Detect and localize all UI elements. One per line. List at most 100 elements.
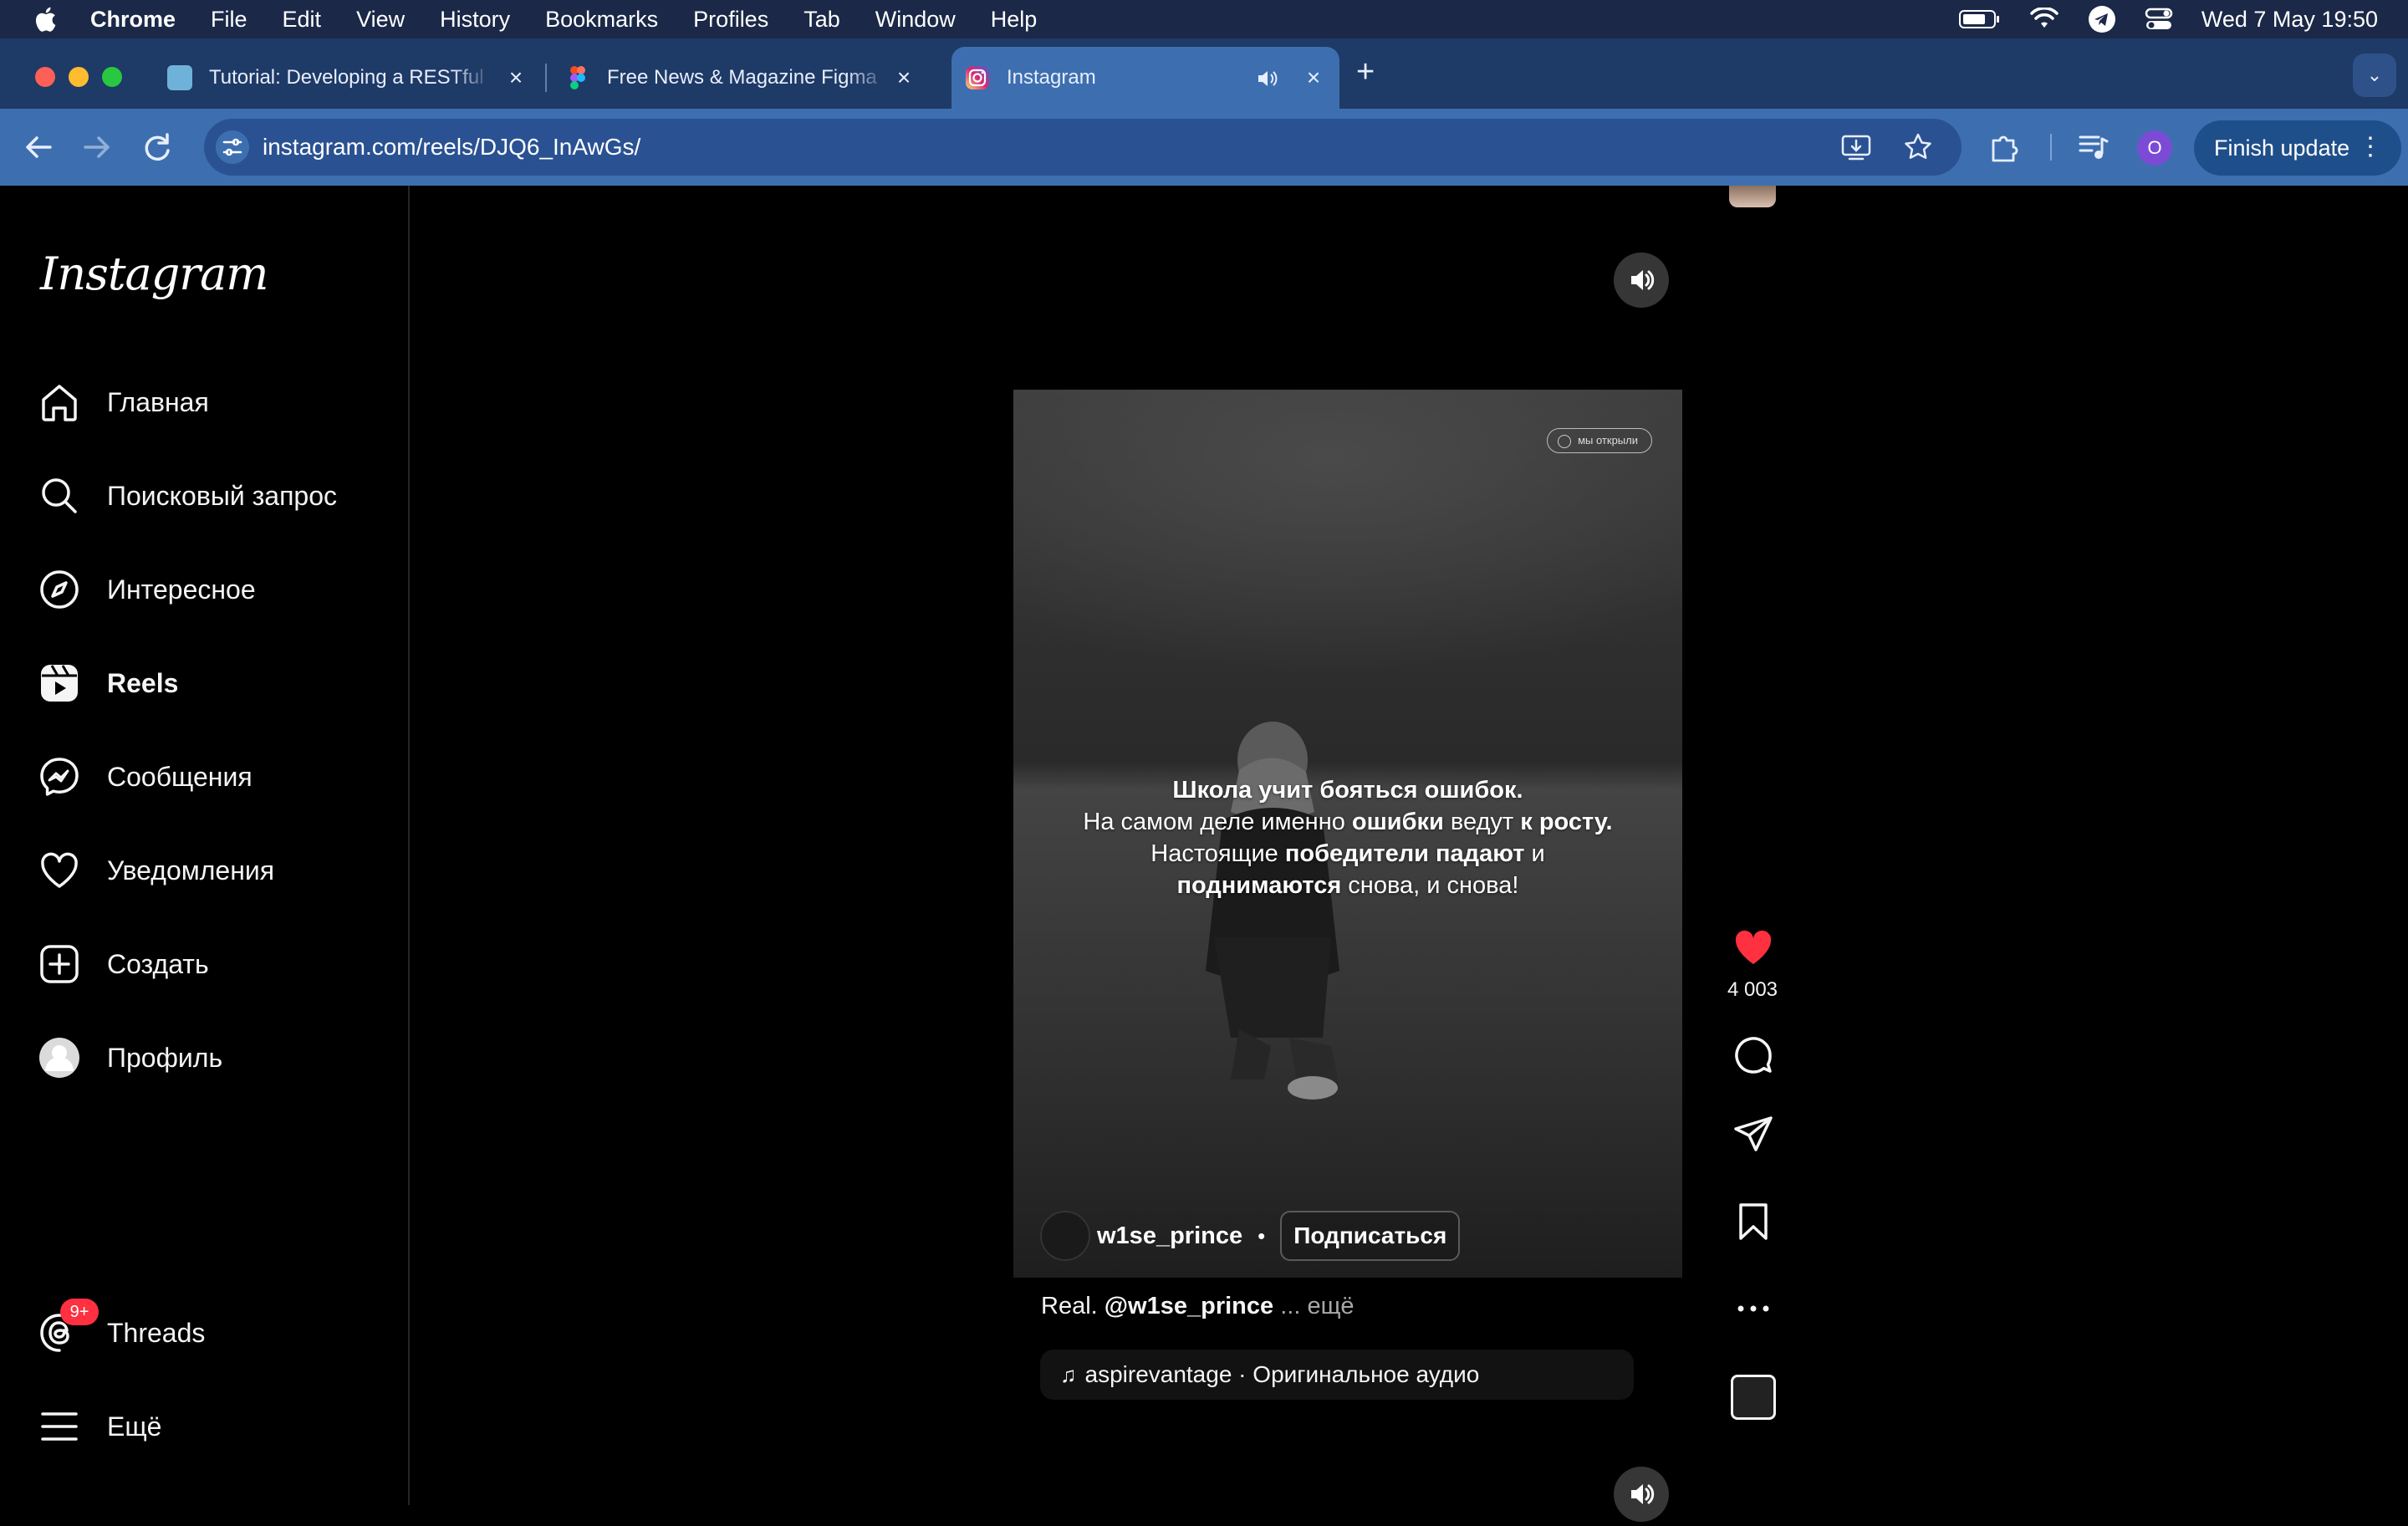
bookmark-star-icon[interactable] — [1901, 130, 1935, 164]
window-minimize-button[interactable] — [69, 67, 89, 87]
sidebar-item-threads[interactable]: 9+ Threads — [38, 1299, 206, 1358]
author-separator: • — [1258, 1222, 1266, 1248]
window-close-button[interactable] — [35, 67, 55, 87]
menubar-clock[interactable]: Wed 7 May 19:50 — [2201, 7, 2378, 33]
audio-thumbnail[interactable] — [1731, 1375, 1776, 1420]
menu-app-name[interactable]: Chrome — [90, 7, 176, 33]
instagram-page: Instagram Главная Поисковый запрос Интер… — [0, 186, 2408, 1522]
control-center-icon[interactable] — [2145, 7, 2173, 32]
instagram-logo[interactable]: Instagram — [40, 248, 268, 300]
telegram-icon[interactable] — [2088, 5, 2116, 33]
mute-toggle-button[interactable] — [1614, 253, 1669, 308]
address-bar[interactable]: instagram.com/reels/DJQ6_InAwGs/ — [204, 119, 1962, 176]
sidebar-item-messages[interactable]: Сообщения — [38, 752, 253, 802]
compass-icon — [40, 570, 79, 609]
tab-close-icon[interactable]: × — [503, 65, 528, 90]
messenger-icon — [40, 758, 79, 796]
more-icon[interactable] — [1732, 1288, 1774, 1330]
tab-figma-template[interactable]: Free News & Magazine Figma × — [552, 47, 930, 109]
sidebar-item-label: Threads — [107, 1317, 206, 1348]
author-avatar[interactable] — [1040, 1211, 1090, 1261]
menu-view[interactable]: View — [356, 7, 405, 33]
battery-icon[interactable] — [1958, 9, 2001, 29]
plus-square-icon — [40, 945, 79, 983]
reels-icon — [41, 665, 78, 702]
quote-line2-b: ошибки — [1351, 809, 1444, 835]
author-username[interactable]: w1se_prince — [1097, 1222, 1242, 1250]
heart-icon — [41, 852, 78, 888]
forward-icon[interactable] — [77, 127, 117, 167]
back-icon[interactable] — [18, 127, 59, 167]
tab-close-icon[interactable]: × — [891, 65, 916, 90]
instagram-favicon-icon — [966, 66, 989, 89]
sidebar-item-reels[interactable]: Reels — [38, 658, 178, 708]
wifi-icon[interactable] — [2029, 8, 2059, 31]
browser-toolbar: instagram.com/reels/DJQ6_InAwGs/ O Finis… — [0, 109, 2408, 186]
chrome-menu-icon[interactable]: ⋮ — [2358, 132, 2383, 162]
quote-line3-a: Настоящие — [1150, 840, 1285, 867]
tab-close-icon[interactable]: × — [1301, 65, 1326, 90]
sidebar-item-profile[interactable]: Профиль — [38, 1033, 222, 1083]
like-count[interactable]: 4 003 — [1714, 978, 1791, 1002]
caption-more-link[interactable]: ... ещё — [1273, 1293, 1354, 1319]
profile-avatar[interactable]: O — [2137, 130, 2172, 166]
follow-button[interactable]: Подписаться — [1280, 1211, 1461, 1261]
sidebar-item-label: Reels — [107, 667, 179, 698]
sidebar-item-explore[interactable]: Интересное — [38, 564, 256, 615]
menu-history[interactable]: History — [440, 7, 510, 33]
bookmark-icon[interactable] — [1732, 1201, 1774, 1243]
tab-separator — [545, 64, 547, 92]
reel-audio-link[interactable]: ♫ aspirevantage · Оригинальное аудио — [1040, 1350, 1634, 1400]
previous-reel-audio-thumb[interactable] — [1729, 186, 1776, 207]
extensions-icon[interactable] — [1987, 129, 2023, 166]
new-tab-button[interactable]: + — [1356, 55, 1375, 89]
sidebar-item-search[interactable]: Поисковый запрос — [38, 471, 337, 521]
tab-restful-tutorial[interactable]: Tutorial: Developing a RESTful × — [154, 47, 542, 109]
home-icon — [42, 385, 77, 421]
menu-window[interactable]: Window — [875, 7, 956, 33]
macos-menu-bar: Chrome File Edit View History Bookmarks … — [0, 0, 2408, 38]
tab-audio-playing-icon[interactable] — [1256, 67, 1279, 90]
media-controls-icon[interactable] — [2075, 129, 2112, 166]
speaker-icon — [1631, 270, 1655, 290]
apple-icon[interactable] — [32, 4, 62, 34]
tab-instagram[interactable]: Instagram × — [951, 47, 1339, 109]
quote-line3-b: победители падают — [1284, 840, 1525, 867]
menu-edit[interactable]: Edit — [283, 7, 322, 33]
sidebar-item-label: Интересное — [107, 574, 256, 605]
next-reel-mute-toggle[interactable] — [1614, 1467, 1669, 1522]
menu-file[interactable]: File — [211, 7, 247, 33]
caption-mention-link[interactable]: @w1se_prince — [1105, 1293, 1273, 1319]
menu-icon — [41, 1412, 78, 1441]
reel-caption: Real. @w1se_prince ... ещё — [1041, 1293, 1354, 1320]
menu-profiles[interactable]: Profiles — [693, 7, 768, 33]
reel-video[interactable]: мы открыли Школа учит бояться ошибок. На… — [1013, 390, 1682, 1278]
menu-help[interactable]: Help — [991, 7, 1038, 33]
share-icon[interactable] — [1732, 1114, 1774, 1156]
figma-icon — [570, 66, 585, 89]
sidebar-item-create[interactable]: Создать — [38, 939, 209, 989]
sidebar-item-label: Уведомления — [107, 855, 275, 885]
sidebar-item-notifications[interactable]: Уведомления — [38, 845, 274, 896]
site-info-icon[interactable] — [216, 130, 249, 164]
install-app-icon[interactable] — [1839, 130, 1873, 164]
sidebar-item-home[interactable]: Главная — [38, 377, 209, 427]
tab-favicon-icon — [167, 65, 192, 90]
threads-icon-wrap: 9+ — [38, 1299, 99, 1354]
sidebar-item-more[interactable]: Ещё — [38, 1401, 161, 1452]
browser-tab-strip: Tutorial: Developing a RESTful × Free Ne… — [0, 38, 2408, 109]
liked-heart-icon[interactable] — [1732, 926, 1774, 968]
tab-search-button[interactable]: ⌄ — [2353, 54, 2396, 97]
window-zoom-button[interactable] — [102, 67, 122, 87]
quote-line2-c: ведут — [1443, 809, 1521, 835]
url-text[interactable]: instagram.com/reels/DJQ6_InAwGs/ — [263, 134, 640, 161]
finish-update-button[interactable]: Finish update ⋮ — [2194, 120, 2401, 176]
quote-line2-a: На самом деле именно — [1083, 809, 1352, 835]
reload-icon[interactable] — [137, 127, 177, 167]
quote-line1: Школа учит бояться ошибок. — [1172, 777, 1523, 804]
quote-line3-c: и — [1524, 840, 1545, 867]
comment-icon[interactable] — [1732, 1034, 1774, 1076]
menu-tab[interactable]: Tab — [804, 7, 840, 33]
caption-prefix: Real. — [1041, 1293, 1105, 1319]
menu-bookmarks[interactable]: Bookmarks — [545, 7, 658, 33]
